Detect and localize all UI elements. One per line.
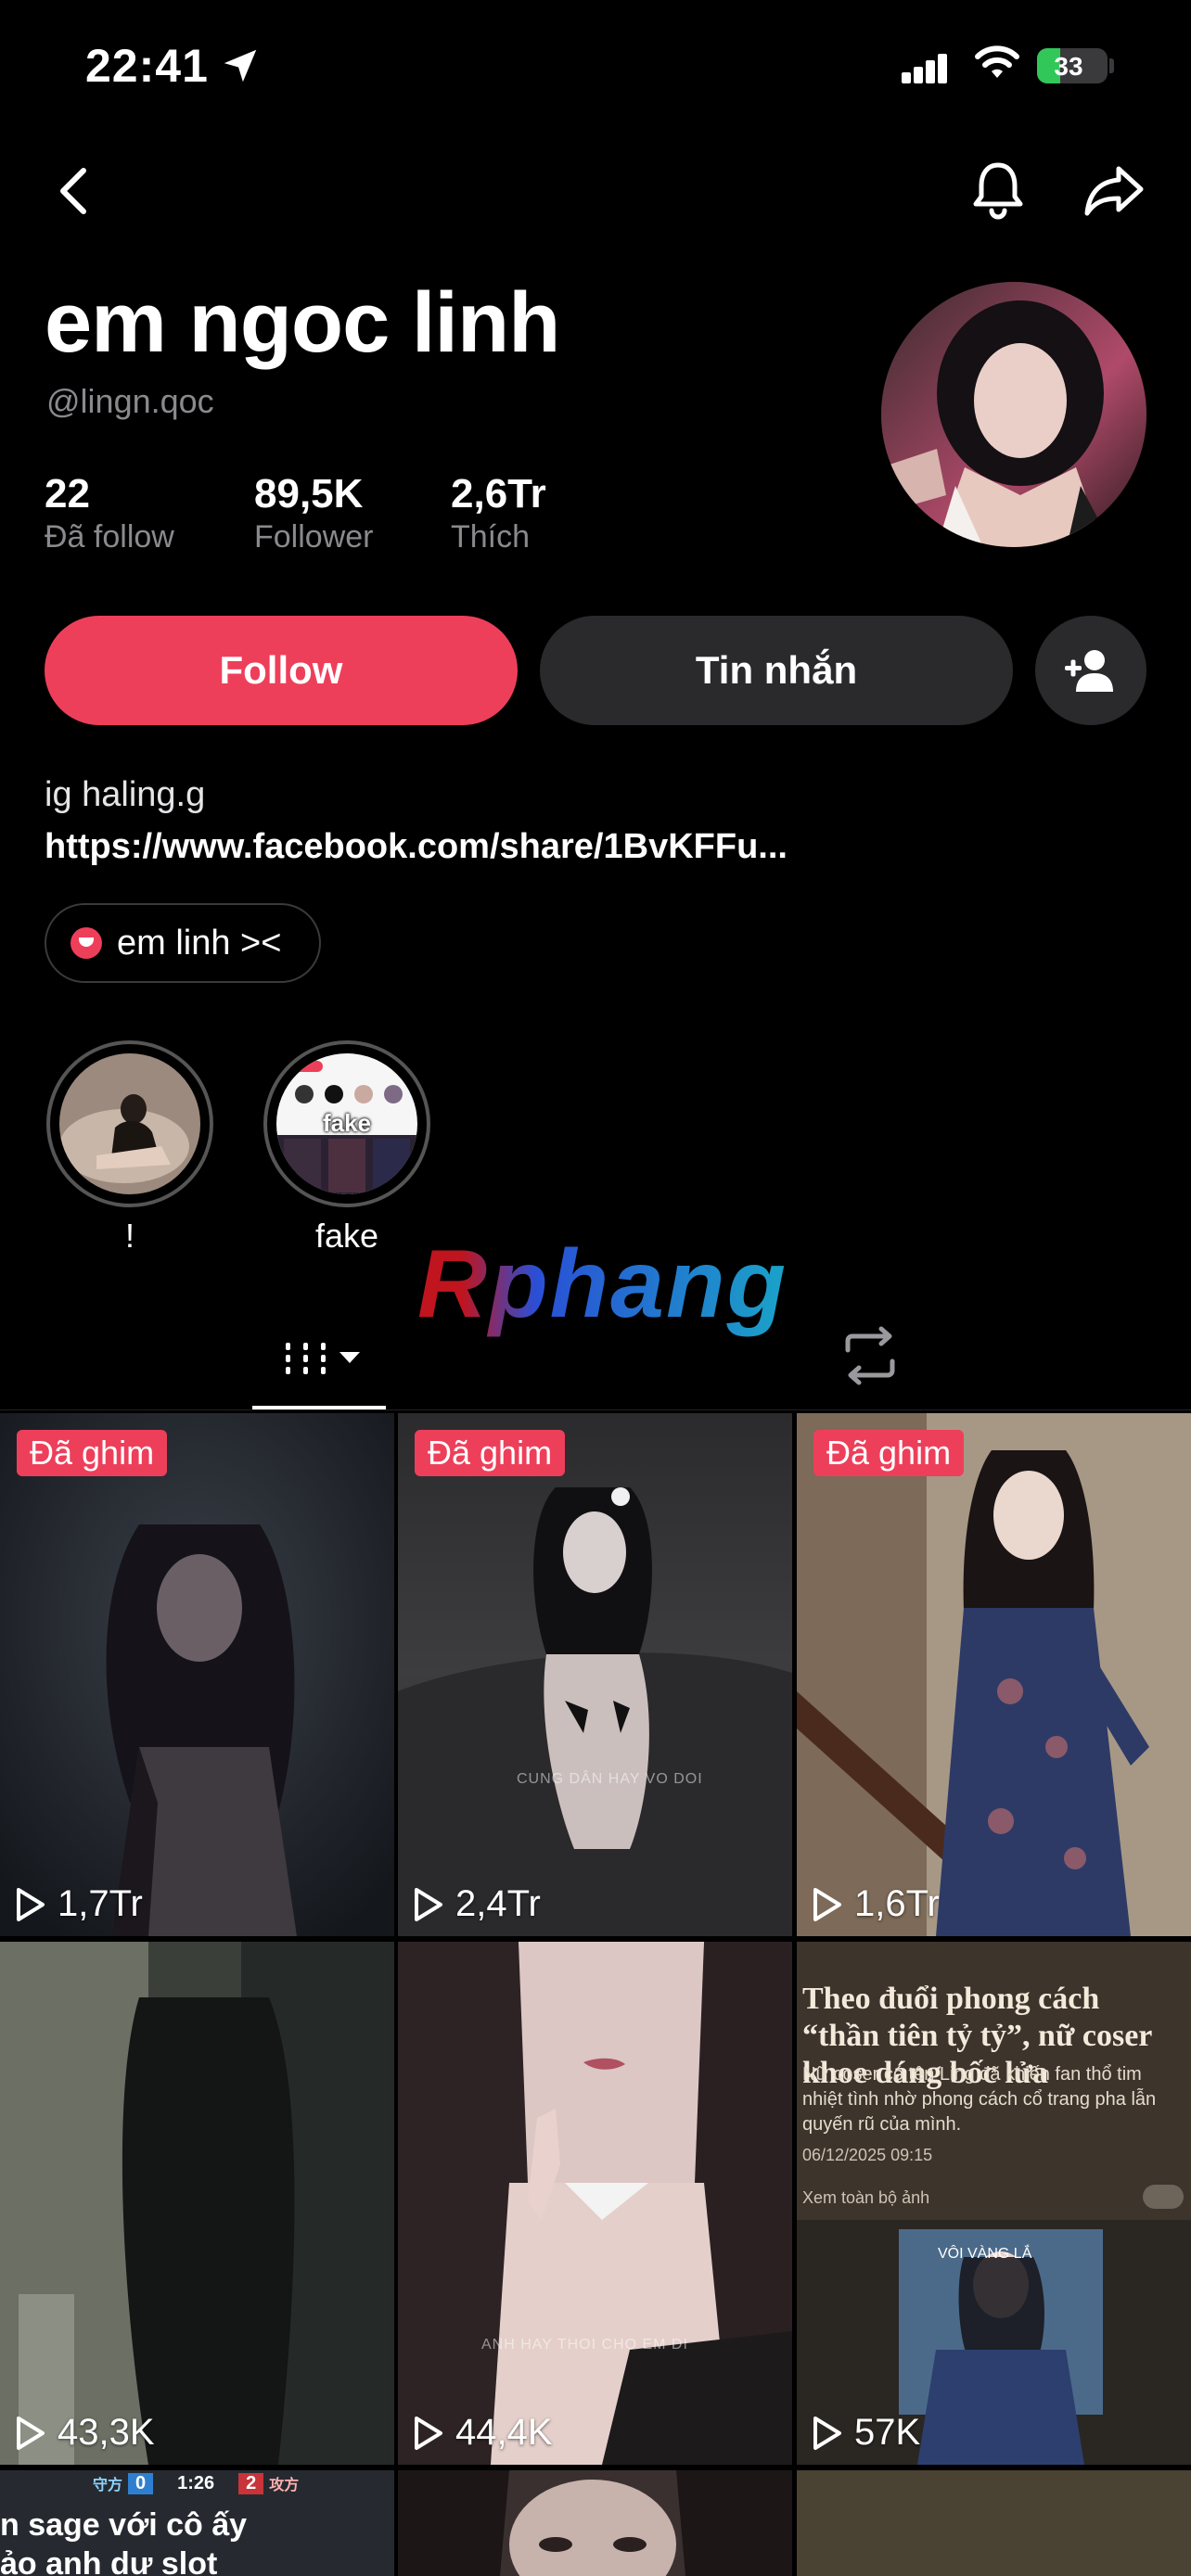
news-body: Nữ coser có tên Ling đã khiến fan thổ ti… <box>802 2064 1157 2135</box>
tabs-divider <box>0 1409 1191 1410</box>
pinned-badge: Đã ghim <box>415 1430 566 1476</box>
play-icon <box>17 2416 45 2450</box>
stat-following-label[interactable]: Đã follow <box>45 519 174 555</box>
repost-icon[interactable] <box>839 1326 902 1385</box>
view-count: 1,7Tr <box>15 1883 143 1925</box>
video-tile[interactable] <box>797 2470 1191 2576</box>
video-overlay-line-1: n sage với cô ấy <box>0 2507 248 2543</box>
grid-icon <box>286 1343 360 1374</box>
chip-icon <box>70 927 102 959</box>
view-count-value: 43,3K <box>58 2412 155 2453</box>
watermark-logo: Rphang <box>417 1231 788 1338</box>
wifi-icon <box>975 45 1019 78</box>
add-friend-icon <box>1065 650 1113 692</box>
video-overlay-text: n sage với cô ấy ảo anh dự slot <box>0 2506 247 2576</box>
battery-nub <box>1109 58 1114 73</box>
video-tile[interactable]: ANH HAY THOI CHO EM DI 44,4K <box>398 1942 792 2465</box>
chip-label: em linh >< <box>117 923 282 963</box>
video-tile[interactable]: 守方 0 1:26 2 攻方 n sage với cô ấy ảo anh d… <box>0 2470 394 2576</box>
video-overlay-line-2: ảo anh dự slot <box>0 2546 218 2576</box>
related-account-chip[interactable]: em linh >< <box>45 903 321 983</box>
add-friend-button[interactable] <box>1035 616 1146 725</box>
profile-name: em ngoc linh <box>45 275 560 370</box>
view-count-value: 2,4Tr <box>455 1883 541 1924</box>
location-arrow-icon <box>224 49 257 83</box>
share-icon[interactable] <box>1083 163 1145 217</box>
avatar[interactable] <box>881 282 1146 547</box>
video-tile[interactable]: Đã ghim 1,6Tr <box>797 1413 1191 1936</box>
bio-text: ig haling.g <box>45 775 206 814</box>
video-tile[interactable]: Đã ghim 1,7Tr <box>0 1413 394 1936</box>
stat-likes-value[interactable]: 2,6Tr <box>451 471 546 517</box>
play-icon <box>415 2416 442 2450</box>
view-count: 44,4K <box>413 2412 553 2454</box>
video-tile[interactable]: Theo đuổi phong cách “thần tiên tỷ tỷ”, … <box>797 1942 1191 2465</box>
story-highlight-2-label: fake <box>314 1217 379 1255</box>
stat-followers-label[interactable]: Follower <box>254 519 373 555</box>
video-caption: ANH HAY THOI CHO EM DI <box>481 2337 688 2353</box>
view-count: 2,4Tr <box>413 1883 541 1925</box>
follow-button[interactable]: Follow <box>45 616 518 725</box>
video-tile[interactable]: 43,3K <box>0 1942 394 2465</box>
story-highlight-1-label: ! <box>124 1217 134 1255</box>
play-icon <box>415 1887 442 1921</box>
play-icon <box>813 2416 841 2450</box>
story-highlight-2[interactable]: fake <box>263 1040 430 1207</box>
bell-icon[interactable] <box>970 159 1026 221</box>
view-count: 1,6Tr <box>812 1883 940 1925</box>
news-date: 06/12/2025 09:15 <box>802 2146 933 2164</box>
battery-level: 33 <box>1054 52 1083 81</box>
game-hud: 守方 0 1:26 2 攻方 <box>93 2472 300 2494</box>
play-icon <box>813 1887 841 1921</box>
news-image-caption: VÔI VÀNG LẮ <box>938 2246 1032 2262</box>
signal-icon <box>902 52 948 83</box>
stat-following-value[interactable]: 22 <box>45 471 90 517</box>
play-icon <box>17 1887 45 1921</box>
bio-link[interactable]: https://www.facebook.com/share/1BvKFFu..… <box>45 827 788 867</box>
view-count-value: 1,7Tr <box>58 1883 143 1924</box>
view-count-value: 44,4K <box>455 2412 553 2453</box>
story-highlight-1[interactable] <box>46 1040 213 1207</box>
profile-handle: @lingn.qoc <box>46 382 214 420</box>
battery-icon: 33 <box>1037 48 1108 83</box>
video-tile[interactable] <box>398 2470 792 2576</box>
stat-followers-value[interactable]: 89,5K <box>254 471 363 517</box>
view-count-value: 1,6Tr <box>854 1883 940 1924</box>
video-tile[interactable]: CUNG DÂN HAY VO DOI Đã ghim 2,4Tr <box>398 1413 792 1936</box>
news-option-label: Xem toàn bộ ảnh <box>802 2188 930 2207</box>
stat-likes-label[interactable]: Thích <box>451 519 530 555</box>
view-count: 43,3K <box>15 2412 155 2454</box>
back-icon[interactable] <box>52 165 98 217</box>
tab-videos[interactable] <box>252 1322 386 1408</box>
message-button[interactable]: Tin nhắn <box>540 616 1013 725</box>
pinned-badge: Đã ghim <box>813 1430 965 1476</box>
pinned-badge: Đã ghim <box>17 1430 168 1476</box>
view-count: 57K <box>812 2412 920 2454</box>
status-time: 22:41 <box>85 40 209 92</box>
highlight-overlay-text: fake <box>322 1109 372 1137</box>
news-toggle <box>1143 2185 1184 2209</box>
video-caption: CUNG DÂN HAY VO DOI <box>517 1771 703 1787</box>
view-count-value: 57K <box>854 2412 921 2453</box>
